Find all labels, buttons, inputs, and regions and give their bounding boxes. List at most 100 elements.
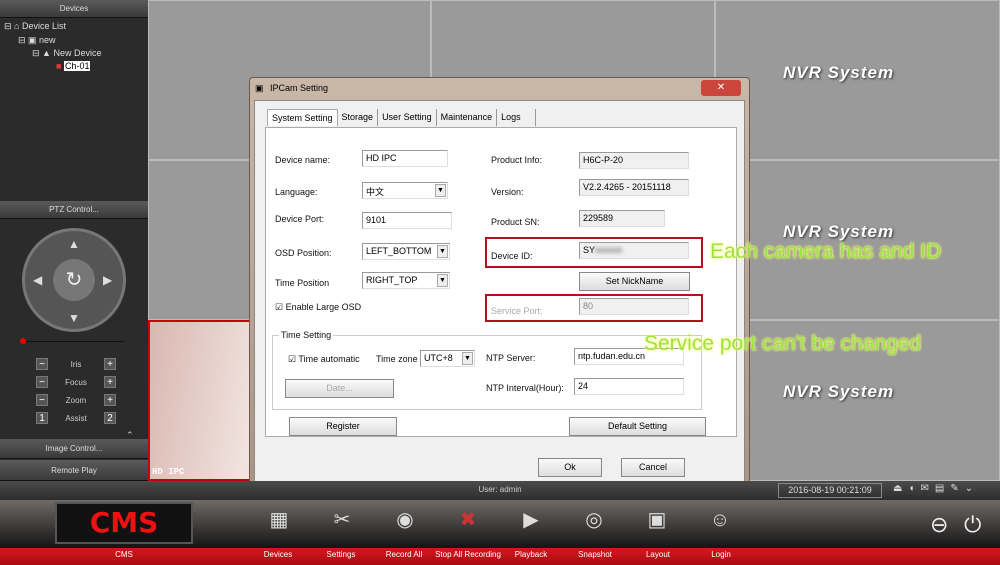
power-icon[interactable]: ⏻ <box>964 512 981 538</box>
mail-icon[interactable]: ✉ <box>921 483 935 494</box>
device-id-highlight <box>485 237 703 268</box>
speaker-icon[interactable]: ◖ <box>908 483 920 494</box>
tree-item-new[interactable]: ⊟ ▣ new <box>18 35 56 46</box>
cancel-button[interactable]: Cancel <box>621 458 685 477</box>
login-button[interactable]: ☺ <box>685 500 755 540</box>
minimize-icon[interactable]: ⊖ <box>930 512 948 538</box>
assist-label: Assist <box>65 414 87 423</box>
ptz-control-header[interactable]: PTZ Control... <box>0 201 148 219</box>
status-icons: ⏏◖✉▤✎⌄ <box>893 483 979 494</box>
pin-icon[interactable]: ✎ <box>950 483 964 494</box>
focus-label: Focus <box>65 378 87 387</box>
tab-logs[interactable]: Logs <box>497 109 536 126</box>
dialog-body: System Setting Storage User Setting Main… <box>254 100 745 484</box>
stop-record-icon: ✖ <box>459 509 477 531</box>
time-position-label: Time Position <box>275 278 330 288</box>
time-zone-label: Time zone <box>376 354 418 364</box>
speed-slider[interactable] <box>20 338 124 344</box>
product-info-field: H6C-P-20 <box>579 152 689 169</box>
assist-2-button[interactable]: 2 <box>104 412 116 424</box>
dvr-icon: ⊟ ▲ <box>32 48 54 58</box>
zoom-plus-button[interactable]: + <box>104 394 116 406</box>
nvr-watermark: NVR System <box>783 222 895 241</box>
ntp-interval-label: NTP Interval(Hour): <box>486 383 564 393</box>
language-select[interactable]: 中文 ▼ <box>362 182 448 199</box>
refresh-icon[interactable]: ↻ <box>53 259 95 301</box>
status-bar: User: admin 2016-08-19 00:21:09 ⏏◖✉▤✎⌄ <box>0 481 1000 500</box>
tab-storage[interactable]: Storage <box>338 109 379 126</box>
stop-all-recording-button[interactable]: ✖ <box>433 500 503 540</box>
tree-item-device-list[interactable]: ⊟ ⌂ Device List <box>4 21 66 32</box>
settings-icon: ✂ <box>333 509 351 531</box>
cms-label: CMS <box>115 550 133 559</box>
tree-item-new-device[interactable]: ⊟ ▲ New Device <box>32 48 101 59</box>
time-zone-select[interactable]: UTC+8 ▼ <box>420 350 475 367</box>
arrow-up-icon[interactable]: ▲ <box>68 237 80 251</box>
toolbar-labels: CMS Devices Settings Record All Stop All… <box>0 548 1000 565</box>
date-button[interactable]: Date... <box>285 379 394 398</box>
cms-logo: CMS <box>55 502 193 544</box>
slider-handle[interactable] <box>20 338 26 344</box>
record-icon: ◉ <box>396 509 414 531</box>
snapshot-button[interactable]: ◎ <box>559 500 629 540</box>
home-icon: ⊟ ⌂ <box>4 21 22 31</box>
nvr-watermark: NVR System <box>783 63 895 82</box>
ntp-server-label: NTP Server: <box>486 353 536 363</box>
chevron-down-icon[interactable]: ⌄ <box>965 483 979 494</box>
time-setting-legend: Time Setting <box>279 330 334 340</box>
device-port-label: Device Port: <box>275 214 325 224</box>
login-icon: ☺ <box>709 509 731 531</box>
remote-play-button[interactable]: Remote Play <box>0 460 148 481</box>
device-port-input[interactable]: 9101 <box>362 212 452 229</box>
dialog-title: IPCam Setting <box>270 83 329 93</box>
settings-button[interactable]: ✂ <box>307 500 377 540</box>
time-setting-group: Time Setting ☑ Time automatic Time zone … <box>272 330 702 410</box>
checkbox-checked-icon: ☑ <box>288 354 299 364</box>
time-automatic-checkbox[interactable]: ☑ Time automatic <box>288 354 360 365</box>
default-setting-button[interactable]: Default Setting <box>569 417 706 436</box>
map-icon: ⊟ ▣ <box>18 35 40 45</box>
tab-bar: System Setting Storage User Setting Main… <box>267 109 536 126</box>
layout-button[interactable]: ▣ <box>622 500 692 540</box>
ntp-interval-input[interactable]: 24 <box>574 378 684 395</box>
device-name-label: Device name: <box>275 155 331 165</box>
datetime-display: 2016-08-19 00:21:09 <box>778 483 882 498</box>
tab-system-setting[interactable]: System Setting <box>267 109 338 126</box>
eject-icon[interactable]: ⏏ <box>893 483 908 494</box>
iris-plus-button[interactable]: + <box>104 358 116 370</box>
zoom-label: Zoom <box>65 396 87 405</box>
ok-button[interactable]: Ok <box>538 458 602 477</box>
login-label[interactable]: Login <box>681 550 761 559</box>
device-name-input[interactable]: HD IPC <box>362 150 448 167</box>
set-nickname-button[interactable]: Set NickName <box>579 272 690 291</box>
arrow-left-icon[interactable]: ◀ <box>33 273 42 287</box>
devices-button[interactable]: ▦ <box>244 500 314 540</box>
system-setting-panel: Device name: HD IPC Language: 中文 ▼ Device… <box>265 127 737 437</box>
service-port-highlight <box>485 294 703 322</box>
osd-position-select[interactable]: LEFT_BOTTOM ▼ <box>362 243 450 260</box>
tab-user-setting[interactable]: User Setting <box>378 109 437 126</box>
checkbox-checked-icon: ☑ <box>275 302 286 312</box>
record-all-button[interactable]: ◉ <box>370 500 440 540</box>
time-position-select[interactable]: RIGHT_TOP ▼ <box>362 272 450 289</box>
chevron-down-icon: ▼ <box>437 245 448 258</box>
nvr-watermark: NVR System <box>783 382 895 401</box>
chevron-down-icon: ▼ <box>437 274 448 287</box>
focus-plus-button[interactable]: + <box>104 376 116 388</box>
arrow-right-icon[interactable]: ▶ <box>103 273 112 287</box>
register-button[interactable]: Register <box>289 417 397 436</box>
service-port-annotation: Service port can't be changed <box>644 332 922 355</box>
image-control-button[interactable]: Image Control... <box>0 439 148 459</box>
product-sn-field: 229589 <box>579 210 665 227</box>
enable-large-osd-checkbox[interactable]: ☑ Enable Large OSD <box>275 302 361 313</box>
close-button[interactable]: ✕ <box>701 80 741 96</box>
devices-icon: ▦ <box>269 509 289 531</box>
screens-icon[interactable]: ▤ <box>935 483 950 494</box>
device-id-annotation: Each camera has and ID <box>710 240 942 263</box>
ptz-joystick[interactable]: ↻ ▲ ▼ ◀ ▶ <box>22 228 126 332</box>
iris-label: Iris <box>70 360 82 369</box>
playback-button[interactable]: ▶ <box>496 500 566 540</box>
arrow-down-icon[interactable]: ▼ <box>68 311 80 325</box>
tab-maintenance[interactable]: Maintenance <box>437 109 498 126</box>
tree-item-ch-01[interactable]: ■ Ch-01 <box>56 61 91 71</box>
